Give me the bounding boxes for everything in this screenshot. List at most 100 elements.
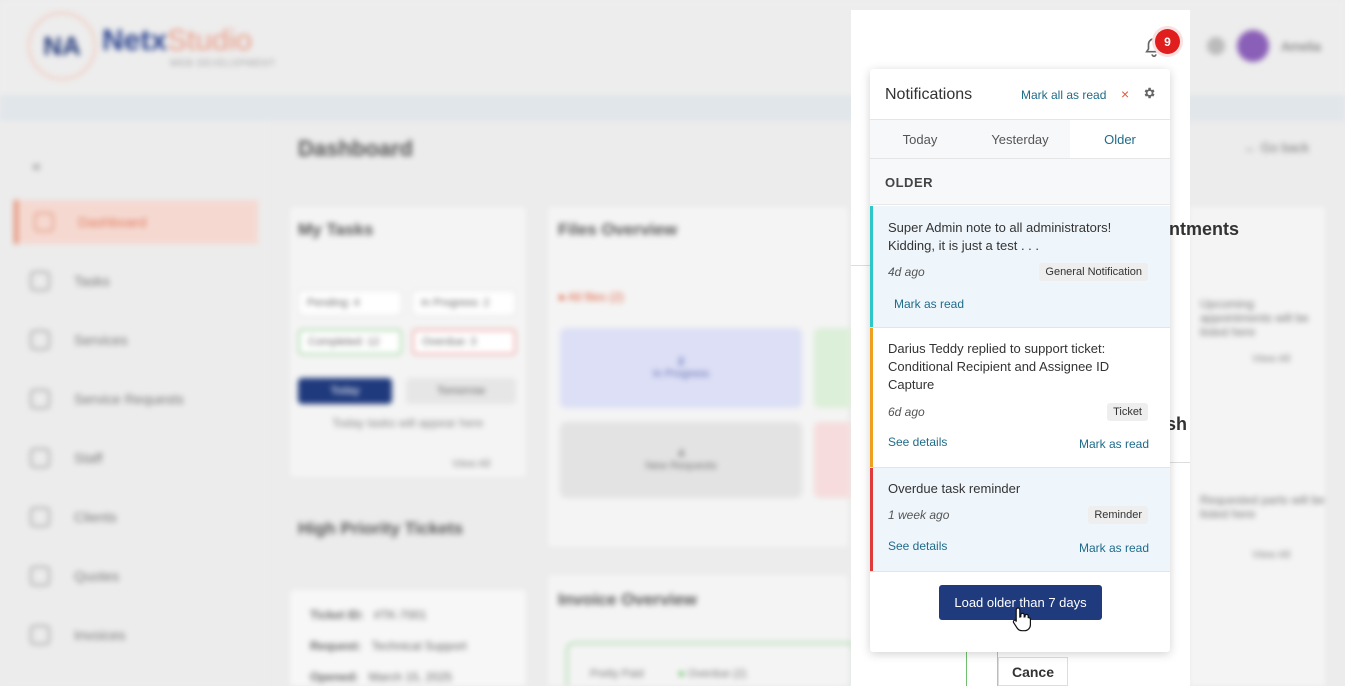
notification-tag: Reminder bbox=[1088, 506, 1148, 524]
sidebar-item[interactable]: Tasks bbox=[14, 259, 258, 303]
tasks-icon bbox=[30, 271, 50, 291]
sidebar-item[interactable]: Dashboard bbox=[14, 200, 258, 244]
files-alert: ● All files (2) bbox=[558, 290, 624, 304]
sidebar-item[interactable]: Services bbox=[14, 318, 258, 362]
mark-as-read-link[interactable]: Mark as read bbox=[1079, 437, 1149, 451]
logo-tagline: WEB DEVELOPMENT bbox=[170, 58, 277, 68]
services-icon bbox=[30, 330, 50, 350]
page-title: Dashboard bbox=[298, 136, 413, 161]
quotes-icon bbox=[30, 566, 50, 586]
ticket-row: Request: Technical Support bbox=[310, 639, 467, 653]
hand-cursor-icon bbox=[1012, 607, 1031, 632]
dashboard-icon bbox=[34, 212, 54, 232]
cancel-button[interactable]: Cance bbox=[998, 657, 1068, 686]
today-button[interactable]: Today bbox=[298, 378, 392, 404]
notifications-title: Notifications bbox=[885, 86, 973, 103]
divider bbox=[851, 265, 871, 266]
sidebar-item[interactable]: Quotes bbox=[14, 554, 258, 598]
service-requests-icon bbox=[30, 389, 50, 409]
sidebar-item-label: Quotes bbox=[74, 568, 120, 584]
clients-icon bbox=[30, 507, 50, 527]
invoices-icon bbox=[30, 625, 50, 645]
files-overview-title: Files Overview bbox=[558, 220, 678, 239]
notification-tabs: Today Yesterday Older bbox=[870, 119, 1170, 159]
sidebar-collapse-icon[interactable]: « bbox=[32, 158, 41, 176]
requests-text: Requested parts will be listed here bbox=[1200, 493, 1325, 521]
go-back-link[interactable]: ← Go back bbox=[1244, 140, 1309, 155]
tab-yesterday[interactable]: Yesterday bbox=[970, 120, 1070, 158]
staff-icon bbox=[30, 448, 50, 468]
tab-older[interactable]: Older bbox=[1070, 120, 1170, 158]
view-all-link[interactable]: View All bbox=[452, 458, 490, 470]
gear-icon[interactable] bbox=[1142, 86, 1156, 100]
notification-item[interactable]: Darius Teddy replied to support ticket: … bbox=[870, 328, 1170, 468]
ticket-row-value: Technical Support bbox=[371, 639, 467, 653]
notification-time: 4d ago bbox=[888, 265, 925, 279]
appointments-title-partial: intments bbox=[1164, 219, 1240, 239]
sidebar-item[interactable]: Service Requests bbox=[14, 377, 258, 421]
ticket-row-key: Opened: bbox=[310, 670, 359, 684]
logo-mark: NA bbox=[28, 12, 96, 80]
task-pill-completed[interactable]: Completed: 12 bbox=[298, 329, 402, 355]
stat-completed-edge bbox=[814, 328, 851, 408]
appointments-text: Upcoming appointments will be listed her… bbox=[1200, 297, 1309, 339]
user-menu[interactable]: Amelia bbox=[1207, 30, 1321, 62]
notification-time: 1 week ago bbox=[888, 508, 950, 522]
ticket-row: Opened: March 15, 2025 bbox=[310, 670, 452, 684]
notification-item[interactable]: Overdue task reminder 1 week ago Reminde… bbox=[870, 468, 1170, 572]
notification-text: Darius Teddy replied to support ticket: … bbox=[888, 341, 1110, 392]
notifications-header: Notifications Mark all as read × bbox=[870, 69, 1170, 119]
ticket-row-key: Request: bbox=[310, 639, 362, 653]
mark-as-read-link[interactable]: Mark as read bbox=[1079, 541, 1149, 555]
view-all-link-2[interactable]: View All bbox=[1252, 353, 1290, 365]
item-accent bbox=[870, 328, 873, 467]
stat-in-progress[interactable]: 2 In Progress bbox=[560, 328, 802, 408]
notification-tag: Ticket bbox=[1107, 403, 1148, 421]
logo: NA NetxStudio WEB DEVELOPMENT bbox=[28, 12, 276, 80]
notification-time: 6d ago bbox=[888, 405, 925, 419]
ticket-row-value: March 15, 2025 bbox=[368, 670, 453, 684]
sidebar-item-label: Services bbox=[74, 332, 128, 348]
notification-tag: General Notification bbox=[1039, 263, 1148, 281]
sidebar-item[interactable]: Invoices bbox=[14, 613, 258, 657]
mark-all-read-link[interactable]: Mark all as read bbox=[1021, 88, 1106, 102]
notification-text: Overdue task reminder bbox=[888, 481, 1021, 496]
notification-count-badge: 9 bbox=[1155, 29, 1180, 54]
sidebar-item-label: Dashboard bbox=[78, 214, 147, 230]
section-header: OLDER bbox=[870, 159, 1170, 205]
task-pill-overdue[interactable]: Overdue: 3 bbox=[412, 329, 516, 355]
task-pill-progress[interactable]: In Progress: 2 bbox=[412, 290, 516, 316]
sidebar-item[interactable]: Clients bbox=[14, 495, 258, 539]
sidebar-item[interactable]: Staff bbox=[14, 436, 258, 480]
notification-item[interactable]: Super Admin note to all administrators! … bbox=[870, 206, 1170, 328]
mark-as-read-link[interactable]: Mark as read bbox=[894, 297, 964, 311]
sidebar-item-label: Clients bbox=[74, 509, 117, 525]
sidebar-item-label: Invoices bbox=[74, 627, 126, 643]
ticket-row-key: Ticket ID: bbox=[310, 608, 364, 622]
sidebar-item-label: Staff bbox=[74, 450, 103, 466]
stat-new-requests[interactable]: 4 New Requests bbox=[560, 422, 802, 498]
invoice-item: Pretty Paid bbox=[590, 668, 644, 680]
section-label: OLDER bbox=[885, 175, 933, 190]
tomorrow-button[interactable]: Tomorrow bbox=[406, 378, 516, 404]
appointments-card: Upcoming appointments will be listed her… bbox=[1190, 207, 1325, 686]
view-all-link-3[interactable]: View All bbox=[1252, 549, 1290, 561]
stat-overdue-edge bbox=[814, 422, 851, 498]
close-icon[interactable]: × bbox=[1121, 86, 1129, 102]
today-empty-text: Today tasks will appear here bbox=[332, 416, 484, 430]
invoice-status: ● Overdue (2) bbox=[678, 668, 747, 680]
item-accent bbox=[870, 206, 873, 327]
user-name: Amelia bbox=[1281, 38, 1321, 54]
see-details-link[interactable]: See details bbox=[888, 435, 947, 449]
invoice-overview-title: Invoice Overview bbox=[558, 590, 697, 609]
task-pill-pending[interactable]: Pending: 4 bbox=[298, 290, 402, 316]
see-details-link[interactable]: See details bbox=[888, 539, 947, 553]
logo-name: NetxStudio bbox=[102, 24, 253, 57]
tab-today[interactable]: Today bbox=[870, 120, 970, 158]
divider bbox=[1170, 462, 1190, 463]
help-icon[interactable] bbox=[1207, 37, 1226, 55]
notifications-dropdown: Notifications Mark all as read × Today Y… bbox=[870, 69, 1170, 652]
high-priority-title: High Priority Tickets bbox=[298, 519, 464, 538]
avatar[interactable] bbox=[1237, 30, 1270, 62]
my-tasks-title: My Tasks bbox=[298, 220, 374, 239]
